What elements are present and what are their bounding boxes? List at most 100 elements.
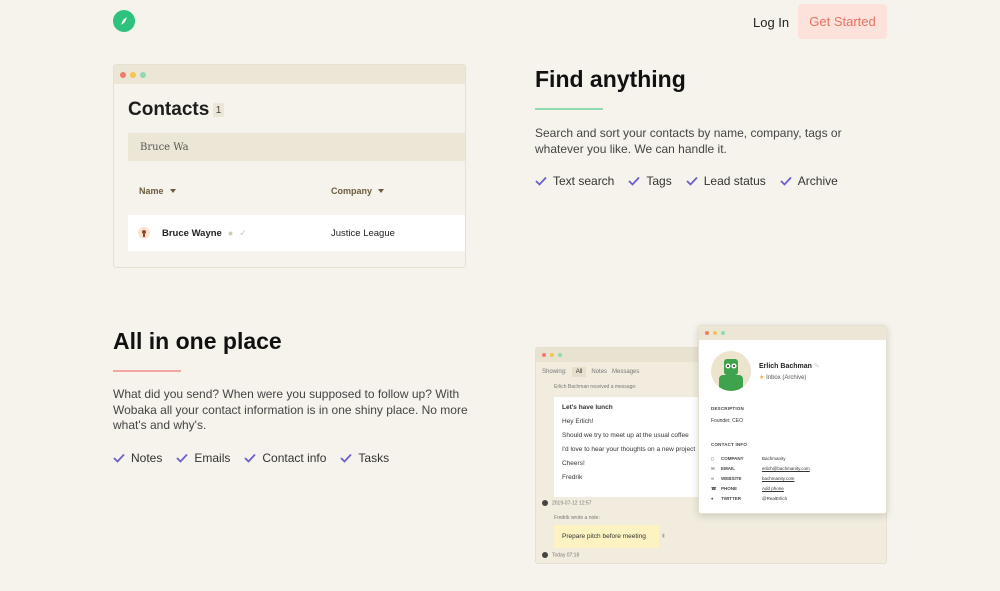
- contacts-count-badge: 1: [213, 103, 224, 117]
- checkmark-icon: [244, 453, 257, 463]
- feature-item: Archive: [780, 174, 838, 188]
- tab-messages[interactable]: Messages: [612, 369, 639, 375]
- tab-notes[interactable]: Notes: [591, 369, 607, 375]
- name-column-label: Name: [139, 186, 164, 196]
- message-signature: Fredrik: [562, 474, 583, 481]
- message-greeting: Hey Erlich!: [562, 418, 594, 425]
- note-date: Today 07:18: [542, 552, 579, 558]
- message-meta: Erlich Bachman received a message:: [554, 384, 637, 390]
- info-row-company: ▯ COMPANY Bachmanity: [711, 456, 786, 461]
- feature-item: Tags: [628, 174, 672, 188]
- section-divider: [535, 108, 603, 110]
- check-icon: ✓: [239, 227, 247, 238]
- table-row[interactable]: Bruce Wayne ● ✓ Justice League: [128, 215, 465, 251]
- avatar: [542, 552, 548, 558]
- comment-icon: ●: [227, 228, 234, 238]
- message-subject: Let's have lunch: [562, 404, 613, 411]
- feature-item: Lead status: [686, 174, 766, 188]
- avatar: [138, 227, 150, 239]
- checkmark-icon: [113, 453, 125, 463]
- minimize-dot: [713, 331, 717, 335]
- checkmark-icon: [176, 453, 189, 463]
- feature-item: Text search: [535, 174, 614, 188]
- sort-caret-icon: [169, 189, 176, 193]
- twitter-icon: ♦: [711, 496, 714, 501]
- link-icon: ∞: [711, 476, 715, 481]
- info-row-twitter: ♦ TWITTER @RealErlich: [711, 496, 788, 501]
- contacts-title: Contacts: [128, 99, 210, 120]
- profile-status: ★ Inbox (Archive): [759, 374, 806, 381]
- feature-item: Contact info: [244, 451, 326, 465]
- sort-caret-icon: [378, 189, 385, 193]
- info-row-phone: ☎ PHONE Add phone: [711, 486, 784, 492]
- close-dot: [705, 331, 709, 335]
- close-dot: [542, 353, 546, 357]
- all-in-one-title: All in one place: [113, 328, 282, 354]
- maximize-dot: [721, 331, 725, 335]
- feature-item: Tasks: [340, 451, 389, 465]
- checkmark-icon: [535, 176, 547, 186]
- phone-icon: ☎: [711, 486, 717, 491]
- all-in-one-features: Notes Emails Contact info Tasks: [113, 451, 403, 465]
- note-meta: Fredrik wrote a note:: [554, 515, 600, 521]
- close-dot: [120, 71, 126, 78]
- message-card[interactable]: Let's have lunch Hey Erlich! Should we t…: [554, 397, 714, 497]
- inbox-icon: ★: [759, 375, 765, 381]
- contact-name: Bruce Wayne: [162, 227, 222, 239]
- checkmark-icon: [628, 176, 641, 186]
- message-line: I'd love to hear your thoughts on a new …: [562, 446, 696, 453]
- company-column-label: Company: [331, 186, 373, 196]
- add-phone-link[interactable]: Add phone: [762, 486, 784, 492]
- note-card[interactable]: Prepare pitch before meeting: [554, 525, 659, 548]
- profile-name: Erlich Bachman ✎: [759, 363, 820, 370]
- window-titlebar: [699, 326, 886, 340]
- compass-icon: [121, 17, 127, 25]
- profile-window: Erlich Bachman ✎ ★ Inbox (Archive) DESCR…: [698, 325, 887, 514]
- company-column-header[interactable]: Company: [331, 186, 385, 196]
- feature-item: Emails: [176, 451, 230, 465]
- get-started-button[interactable]: Get Started: [798, 4, 887, 39]
- info-row-email: ✉ EMAIL erlich@bachmanity.com: [711, 466, 810, 472]
- archive-link[interactable]: (Archive): [782, 375, 806, 381]
- description-value: Founder, CEO: [711, 418, 743, 424]
- building-icon: ▯: [711, 456, 714, 461]
- showing-label: Showing:: [542, 369, 567, 375]
- inbox-status[interactable]: Inbox: [766, 375, 781, 381]
- robot-avatar-icon: [719, 359, 743, 391]
- message-line: Should we try to meet up at the usual co…: [562, 432, 689, 439]
- find-anything-features: Text search Tags Lead status Archive: [535, 174, 852, 188]
- avatar: [542, 500, 548, 506]
- email-link[interactable]: erlich@bachmanity.com: [762, 466, 810, 472]
- all-in-one-description: What did you send? When were you suppose…: [113, 387, 468, 432]
- profile-avatar: [711, 351, 751, 391]
- maximize-dot: [140, 71, 146, 78]
- window-titlebar: [114, 65, 465, 84]
- tab-all[interactable]: All: [571, 367, 587, 377]
- info-row-website: ∞ WEBSITE bachmanity.com: [711, 476, 795, 481]
- website-link[interactable]: bachmanity.com: [762, 476, 794, 481]
- name-column-header[interactable]: Name: [139, 186, 176, 196]
- contacts-search-input[interactable]: Bruce Wa: [128, 133, 465, 161]
- find-anything-title: Find anything: [535, 66, 686, 92]
- trash-icon[interactable]: ▮: [662, 533, 665, 539]
- checkmark-icon: [780, 176, 792, 186]
- minimize-dot: [130, 71, 136, 78]
- find-anything-description: Search and sort your contacts by name, c…: [535, 126, 842, 156]
- edit-icon[interactable]: ✎: [814, 363, 820, 370]
- message-date: 2019-07-12 12:57: [542, 500, 591, 506]
- contact-company: Justice League: [331, 227, 395, 239]
- logo[interactable]: [113, 10, 135, 32]
- contact-info-label: CONTACT INFO: [711, 442, 748, 447]
- timeline-filter-tabs: Showing: All Notes Messages: [542, 367, 639, 377]
- feature-item: Notes: [113, 451, 162, 465]
- minimize-dot: [550, 353, 554, 357]
- checkmark-icon: [686, 176, 698, 186]
- contacts-window: Contacts 1 Bruce Wa Name Company Bruce W…: [113, 64, 466, 268]
- checkmark-icon: [340, 453, 353, 463]
- message-closing: Cheers!: [562, 460, 585, 467]
- maximize-dot: [558, 353, 562, 357]
- login-link[interactable]: Log In: [753, 15, 789, 30]
- section-divider: [113, 370, 181, 372]
- description-label: DESCRIPTION: [711, 406, 744, 411]
- mail-icon: ✉: [711, 466, 715, 471]
